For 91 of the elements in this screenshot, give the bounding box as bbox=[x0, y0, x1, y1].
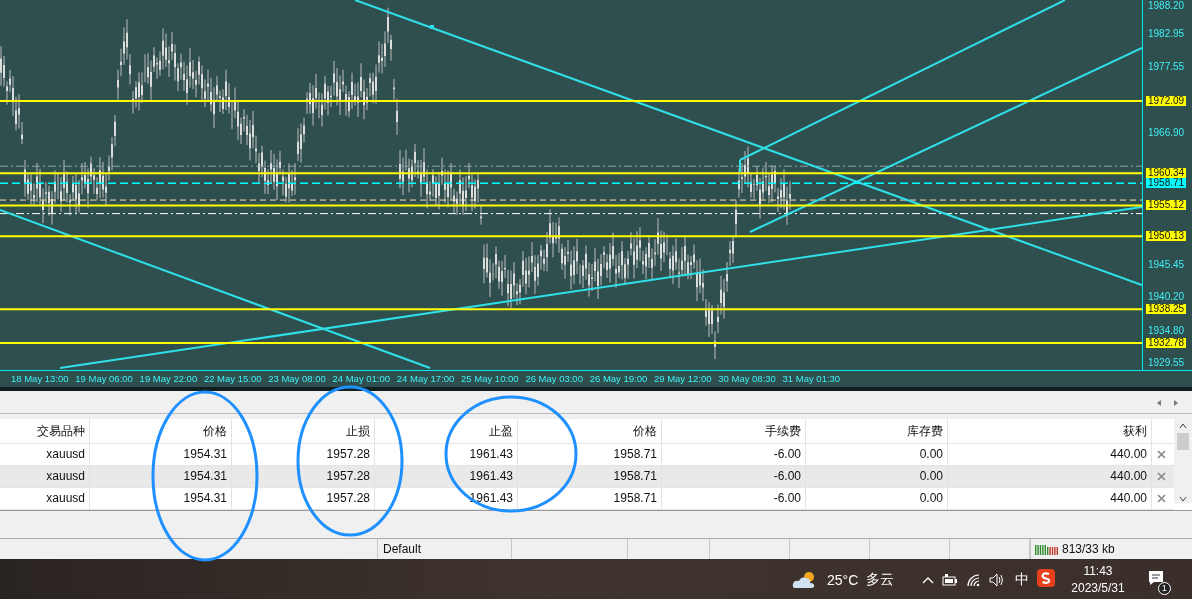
notification-badge: 1 bbox=[1157, 581, 1171, 595]
traffic-text: 813/33 kb bbox=[1062, 541, 1115, 558]
time-label: 26 May 03:00 bbox=[524, 372, 584, 386]
table-cell: 1958.71 bbox=[518, 444, 662, 465]
close-icon[interactable] bbox=[1156, 450, 1166, 459]
table-cell: 440.00 bbox=[948, 466, 1152, 487]
temperature-text[interactable]: 25°C bbox=[827, 571, 859, 588]
scrollbar-thumb[interactable] bbox=[1177, 433, 1189, 450]
signal-bars-icon bbox=[1035, 543, 1059, 555]
line-handle[interactable] bbox=[430, 25, 434, 29]
time-label: 18 May 13:00 bbox=[10, 372, 70, 386]
time-label: 23 May 08:00 bbox=[267, 372, 327, 386]
battery-icon[interactable] bbox=[942, 573, 959, 586]
down-chevron-icon[interactable] bbox=[1178, 495, 1188, 503]
table-cell: 1954.31 bbox=[90, 466, 232, 487]
table-cell: 0.00 bbox=[806, 444, 948, 465]
time-label: 24 May 01:00 bbox=[331, 372, 392, 386]
time-label: 24 May 17:00 bbox=[395, 372, 456, 386]
price-tag: 1960.34 bbox=[1146, 168, 1187, 179]
weather-text[interactable]: 多云 bbox=[866, 570, 895, 589]
trend-line[interactable] bbox=[739, 0, 1066, 161]
column-header[interactable]: 交易品种 bbox=[0, 419, 90, 443]
time-label: 29 May 12:00 bbox=[652, 372, 713, 386]
trend-line[interactable] bbox=[354, 0, 1142, 286]
vertical-scrollbar[interactable] bbox=[1174, 419, 1192, 503]
price-tag: 1955.12 bbox=[1146, 200, 1187, 211]
table-cell: -6.00 bbox=[662, 488, 806, 509]
price-label: 1977.55 bbox=[1148, 61, 1185, 74]
table-cell: 1957.28 bbox=[232, 488, 375, 509]
close-icon[interactable] bbox=[1156, 472, 1166, 481]
column-header[interactable]: 止损 bbox=[232, 419, 375, 443]
table-cell: 1961.43 bbox=[375, 466, 518, 487]
clock-date[interactable]: 2023/5/31 bbox=[1071, 579, 1125, 597]
column-header[interactable]: 价格 bbox=[518, 419, 662, 443]
price-label: 1945.45 bbox=[1148, 259, 1185, 271]
wifi-icon[interactable] bbox=[966, 572, 982, 587]
left-arrow-icon[interactable] bbox=[1155, 399, 1163, 407]
price-label: 1966.90 bbox=[1148, 126, 1185, 139]
app-logo-icon[interactable] bbox=[1037, 568, 1056, 587]
column-header[interactable]: 止盈 bbox=[375, 419, 518, 443]
price-label: 1934.80 bbox=[1148, 324, 1185, 337]
close-icon[interactable] bbox=[1156, 494, 1166, 503]
table-cell: 1958.71 bbox=[518, 466, 662, 487]
notification-icon[interactable] bbox=[1146, 568, 1165, 587]
up-chevron-icon[interactable] bbox=[1178, 422, 1188, 430]
column-header[interactable]: 获利 bbox=[948, 419, 1152, 443]
table-cell: 1957.28 bbox=[232, 466, 375, 487]
price-tag: 1932.78 bbox=[1146, 338, 1187, 348]
price-label: 1929.55 bbox=[1148, 356, 1185, 369]
table-cell: -6.00 bbox=[662, 466, 806, 487]
time-label: 22 May 15:00 bbox=[202, 372, 263, 386]
table-row[interactable]: xauusd 1954.31 1957.28 1961.43 1958.71 -6.00 0.00 440.00 bbox=[0, 466, 1174, 488]
clock-time[interactable]: 11:43 bbox=[1083, 562, 1113, 580]
price-label: 1988.20 bbox=[1148, 0, 1185, 12]
time-label: 31 May 01:30 bbox=[781, 372, 842, 386]
price-tag: 1958.71 bbox=[1146, 178, 1187, 189]
table-cell: 0.00 bbox=[806, 488, 948, 509]
table-cell: 0.00 bbox=[806, 466, 948, 487]
table-cell: xauusd bbox=[0, 466, 90, 487]
speaker-icon[interactable] bbox=[989, 572, 1006, 587]
table-cell: xauusd bbox=[0, 444, 90, 465]
table-cell: xauusd bbox=[0, 488, 90, 509]
time-label: 26 May 19:00 bbox=[588, 372, 649, 386]
table-cell: 1954.31 bbox=[90, 488, 232, 509]
time-label: 30 May 08:30 bbox=[717, 372, 777, 386]
price-label: 1982.95 bbox=[1148, 28, 1185, 41]
column-header[interactable]: 手续费 bbox=[662, 419, 806, 443]
table-cell: 1954.31 bbox=[90, 444, 232, 465]
time-label: 25 May 10:00 bbox=[460, 372, 520, 386]
right-arrow-icon[interactable] bbox=[1172, 399, 1180, 407]
trend-line[interactable] bbox=[0, 209, 431, 369]
table-cell: 440.00 bbox=[948, 444, 1152, 465]
column-header[interactable]: 库存费 bbox=[806, 419, 948, 443]
table-cell: 440.00 bbox=[948, 488, 1152, 509]
price-tag: 1972.09 bbox=[1146, 96, 1187, 106]
horizontal-line[interactable] bbox=[0, 182, 1142, 185]
table-cell: -6.00 bbox=[662, 444, 806, 465]
input-method-text[interactable]: 中 bbox=[1015, 570, 1030, 589]
price-label: 1940.20 bbox=[1148, 291, 1185, 304]
trend-line[interactable] bbox=[749, 47, 1142, 233]
time-label: 19 May 22:00 bbox=[138, 372, 199, 386]
table-cell: 1961.43 bbox=[375, 444, 518, 465]
column-header[interactable]: 价格 bbox=[90, 419, 232, 443]
table-cell: 1961.43 bbox=[375, 488, 518, 509]
table-cell: 1958.71 bbox=[518, 488, 662, 509]
table-cell: 1957.28 bbox=[232, 444, 375, 465]
price-tag: 1938.25 bbox=[1146, 304, 1187, 315]
table-row[interactable]: xauusd 1954.31 1957.28 1961.43 1958.71 -6.00 0.00 440.00 bbox=[0, 488, 1174, 510]
price-tag: 1950.13 bbox=[1146, 231, 1187, 242]
time-label: 19 May 06:00 bbox=[74, 372, 134, 386]
trend-line[interactable] bbox=[59, 206, 1142, 369]
